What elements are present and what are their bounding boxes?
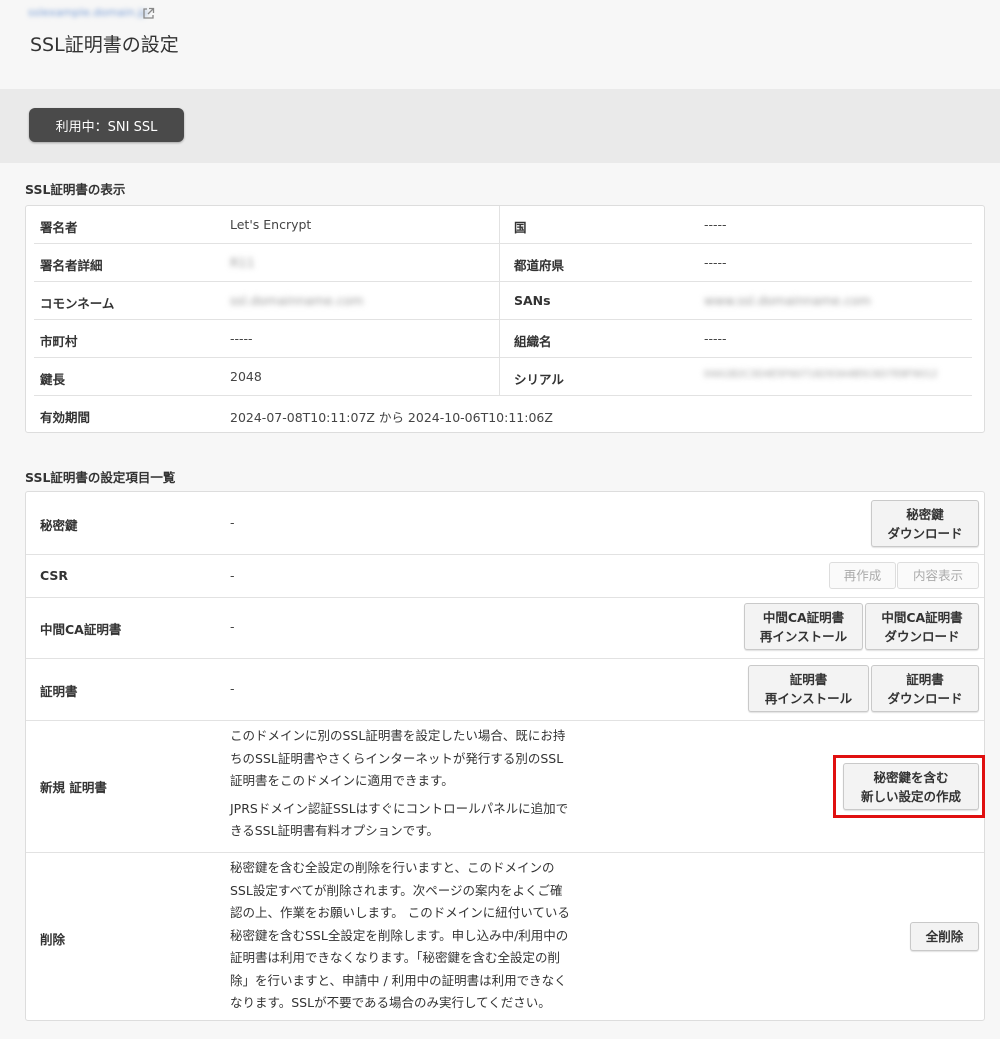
private-key-value: -	[230, 515, 235, 530]
country-label: 国	[514, 220, 527, 235]
private-key-download-button[interactable]: 秘密鍵 ダウンロード	[871, 500, 979, 547]
serial-label: シリアル	[514, 372, 564, 387]
highlight-box	[833, 755, 985, 818]
intermediate-ca-reinstall-button[interactable]: 中間CA証明書 再インストール	[744, 603, 863, 650]
intermediate-ca-label: 中間CA証明書	[40, 622, 122, 637]
organization-label: 組織名	[514, 334, 552, 349]
city-label: 市町村	[40, 334, 78, 349]
sans-value: www.ssl.domainname.com	[704, 293, 871, 308]
new-certificate-description: このドメインに別のSSL証明書を設定したい場合、既にお持 ちのSSL証明書やさく…	[230, 728, 569, 838]
csr-label: CSR	[40, 568, 69, 583]
signer-value: Let's Encrypt	[230, 217, 312, 232]
common-name-value: ssl.domainname.com	[230, 293, 364, 308]
domain-link[interactable]: sslexample.domain.jp	[28, 6, 148, 19]
delete-description: 秘密鍵を含む全設定の削除を行いますと、このドメインの SSL設定すべてが削除され…	[230, 860, 570, 1010]
city-value: -----	[230, 331, 253, 346]
signer-detail-label: 署名者詳細	[40, 258, 103, 273]
prefecture-label: 都道府県	[514, 258, 565, 273]
settings-section-title: SSL証明書の設定項目一覧	[25, 470, 176, 485]
sans-label: SANs	[514, 293, 551, 308]
cert-section-title: SSL証明書の表示	[25, 182, 126, 197]
intermediate-ca-value: -	[230, 619, 235, 634]
new-certificate-label: 新規 証明書	[40, 780, 107, 795]
certificate-reinstall-button[interactable]: 証明書 再インストール	[748, 665, 869, 712]
delete-label: 削除	[40, 932, 66, 947]
key-length-value: 2048	[230, 369, 262, 384]
validity-label: 有効期間	[40, 410, 91, 425]
status-band: 利用中：SNI SSL	[0, 89, 1000, 163]
cert-info-table: 署名者 Let's Encrypt 国 ----- 署名者詳細 R11 都道府県…	[25, 205, 985, 433]
common-name-label: コモンネーム	[40, 296, 115, 311]
sni-ssl-status-button[interactable]: 利用中：SNI SSL	[29, 108, 184, 142]
csr-view-button[interactable]: 内容表示	[897, 562, 979, 589]
signer-detail-value: R11	[230, 255, 255, 270]
prefecture-value: -----	[704, 255, 727, 270]
certificate-download-button[interactable]: 証明書 ダウンロード	[871, 665, 979, 712]
certificate-value: -	[230, 681, 235, 696]
key-length-label: 鍵長	[40, 372, 66, 387]
intermediate-ca-download-button[interactable]: 中間CA証明書 ダウンロード	[865, 603, 979, 650]
serial-value: 04A1B2C3D4E5F60718293A4B5C6D7E8F9012	[704, 369, 938, 380]
external-link-icon[interactable]	[142, 7, 155, 20]
csr-value: -	[230, 568, 235, 583]
validity-value: 2024-07-08T10:11:07Z から 2024-10-06T10:11…	[230, 410, 553, 425]
organization-value: -----	[704, 331, 727, 346]
csr-recreate-button[interactable]: 再作成	[829, 562, 896, 589]
country-value: -----	[704, 217, 727, 232]
delete-all-button[interactable]: 全削除	[910, 922, 979, 951]
page-title: SSL証明書の設定	[30, 34, 179, 56]
certificate-label: 証明書	[40, 684, 78, 699]
signer-label: 署名者	[40, 220, 78, 235]
private-key-label: 秘密鍵	[40, 518, 78, 533]
